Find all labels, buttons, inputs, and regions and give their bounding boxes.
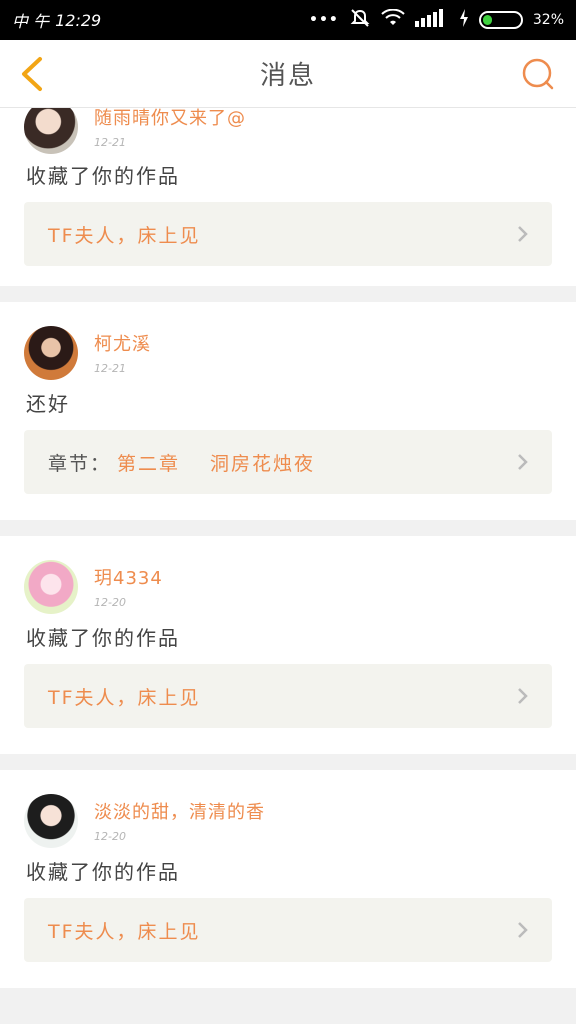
clock: 12:29: [55, 10, 102, 30]
avatar[interactable]: [24, 100, 78, 154]
avatar[interactable]: [24, 326, 78, 380]
message-card[interactable]: 柯尤溪 12-21 还好 章节： 第二章 洞房花烛夜: [0, 302, 576, 520]
chevron-right-icon: [518, 454, 528, 470]
status-bar: 中 午 12:29 ••• 32%: [0, 0, 576, 40]
signal-icon: [414, 9, 449, 31]
timestamp: 12-21: [94, 362, 126, 375]
page-title: 消息: [259, 61, 316, 91]
timestamp: 12-20: [94, 830, 126, 843]
user-meta: 淡淡的甜，清清的香 12-20: [94, 794, 265, 843]
user-row: 淡淡的甜，清清的香 12-20: [24, 770, 552, 850]
battery-icon: [478, 11, 523, 29]
user-meta: 柯尤溪 12-21: [94, 326, 151, 375]
user-meta: 玥4334 12-20: [94, 560, 163, 609]
search-button[interactable]: [520, 57, 556, 93]
message-card[interactable]: 玥4334 12-20 收藏了你的作品 TF夫人，床上见: [0, 536, 576, 754]
username[interactable]: 柯尤溪: [94, 330, 151, 356]
avatar[interactable]: [24, 560, 78, 614]
charging-icon: [459, 9, 469, 31]
mute-icon: [349, 8, 371, 32]
timestamp: 12-21: [94, 136, 126, 149]
battery-level: [482, 15, 492, 25]
message-card[interactable]: 随雨晴你又来了@ 12-21 收藏了你的作品 TF夫人，床上见: [0, 100, 576, 286]
chevron-left-icon: [22, 57, 42, 91]
battery-percent: 32%: [532, 12, 564, 28]
work-title: TF夫人，床上见: [48, 686, 201, 709]
chapter-link[interactable]: 章节： 第二章 洞房花烛夜: [24, 430, 552, 494]
message-card[interactable]: 淡淡的甜，清清的香 12-20 收藏了你的作品 TF夫人，床上见: [0, 770, 576, 988]
user-row: 玥4334 12-20: [24, 536, 552, 616]
chevron-right-icon: [518, 226, 528, 242]
user-row: 柯尤溪 12-21: [24, 302, 552, 382]
chapter-label: 章节：: [48, 452, 112, 475]
status-left: 中 午 12:29: [12, 8, 101, 32]
chevron-right-icon: [518, 922, 528, 938]
avatar[interactable]: [24, 794, 78, 848]
work-link[interactable]: TF夫人，床上见: [24, 898, 552, 962]
username[interactable]: 玥4334: [94, 564, 163, 590]
message-feed: 随雨晴你又来了@ 12-21 收藏了你的作品 TF夫人，床上见 柯尤溪 12-2…: [0, 100, 576, 1004]
carrier-label: 中 午: [12, 12, 50, 31]
more-dots-icon: •••: [309, 12, 339, 28]
message-text: 收藏了你的作品: [26, 164, 180, 188]
chapter-number: 第二章: [117, 452, 181, 475]
work-link[interactable]: TF夫人，床上见: [24, 664, 552, 728]
search-icon: [522, 58, 554, 90]
wifi-icon: [381, 8, 405, 31]
chevron-right-icon: [518, 688, 528, 704]
work-title: TF夫人，床上见: [48, 224, 201, 247]
message-text: 还好: [26, 392, 70, 416]
back-button[interactable]: [14, 54, 54, 94]
username[interactable]: 淡淡的甜，清清的香: [94, 798, 265, 824]
work-title: TF夫人，床上见: [48, 920, 201, 943]
chapter-name: 洞房花烛夜: [210, 452, 316, 475]
work-link[interactable]: TF夫人，床上见: [24, 202, 552, 266]
message-text: 收藏了你的作品: [26, 626, 180, 650]
status-right: ••• 32%: [309, 8, 564, 32]
app-header: 消息: [0, 40, 576, 108]
timestamp: 12-20: [94, 596, 126, 609]
message-text: 收藏了你的作品: [26, 860, 180, 884]
